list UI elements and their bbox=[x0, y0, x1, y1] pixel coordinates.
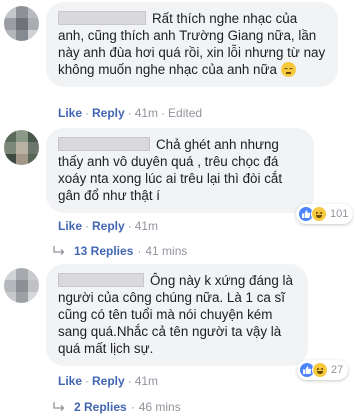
view-replies-row[interactable]: 13 Replies · 41 mins bbox=[52, 243, 187, 259]
comment-bubble: Ông này k xứng đáng là người của công ch… bbox=[46, 264, 308, 366]
commenter-avatar[interactable] bbox=[4, 6, 39, 41]
view-replies-row[interactable]: 2 Replies · 46 mins bbox=[52, 399, 181, 415]
commenter-avatar[interactable] bbox=[4, 130, 39, 165]
reply-arrow-icon bbox=[53, 246, 65, 255]
haha-reaction-icon bbox=[312, 362, 328, 378]
reaction-count: 27 bbox=[331, 364, 344, 376]
like-button[interactable]: Like bbox=[58, 106, 82, 120]
redacted-commenter-name[interactable] bbox=[58, 11, 146, 25]
comment-actions: Like · Reply · 41m bbox=[58, 374, 159, 388]
edited-label[interactable]: Edited bbox=[168, 106, 202, 120]
reply-button[interactable]: Reply bbox=[92, 219, 125, 233]
replies-timestamp: 46 mins bbox=[138, 400, 181, 414]
view-replies-link[interactable]: 13 Replies bbox=[74, 244, 133, 258]
comment-bubble: Chả ghét anh nhưng thấy anh vô duyên quá… bbox=[46, 128, 314, 213]
reply-button[interactable]: Reply bbox=[92, 106, 125, 120]
comment-timestamp[interactable]: 41m bbox=[135, 106, 158, 120]
replies-timestamp: 41 mins bbox=[145, 244, 188, 258]
relieved-face-emoji-icon bbox=[280, 62, 296, 77]
haha-reaction-icon bbox=[311, 206, 327, 222]
redacted-commenter-name[interactable] bbox=[58, 273, 144, 287]
reaction-summary[interactable]: 101 bbox=[296, 204, 354, 224]
like-button[interactable]: Like bbox=[58, 374, 82, 388]
reply-arrow-icon bbox=[53, 402, 65, 411]
commenter-avatar[interactable] bbox=[4, 268, 39, 303]
comment-bubble: Rất thích nghe nhạc của anh, cũng thích … bbox=[46, 2, 338, 87]
view-replies-link[interactable]: 2 Replies bbox=[74, 400, 127, 414]
reaction-count: 101 bbox=[330, 208, 349, 220]
redacted-commenter-name[interactable] bbox=[58, 137, 150, 151]
like-button[interactable]: Like bbox=[58, 219, 82, 233]
reaction-summary[interactable]: 27 bbox=[297, 360, 349, 380]
reply-button[interactable]: Reply bbox=[92, 374, 125, 388]
comment-timestamp[interactable]: 41m bbox=[135, 374, 158, 388]
comment-timestamp[interactable]: 41m bbox=[135, 219, 158, 233]
comment-actions: Like · Reply · 41m bbox=[58, 219, 159, 233]
comment-actions: Like · Reply · 41m · Edited bbox=[58, 106, 203, 120]
